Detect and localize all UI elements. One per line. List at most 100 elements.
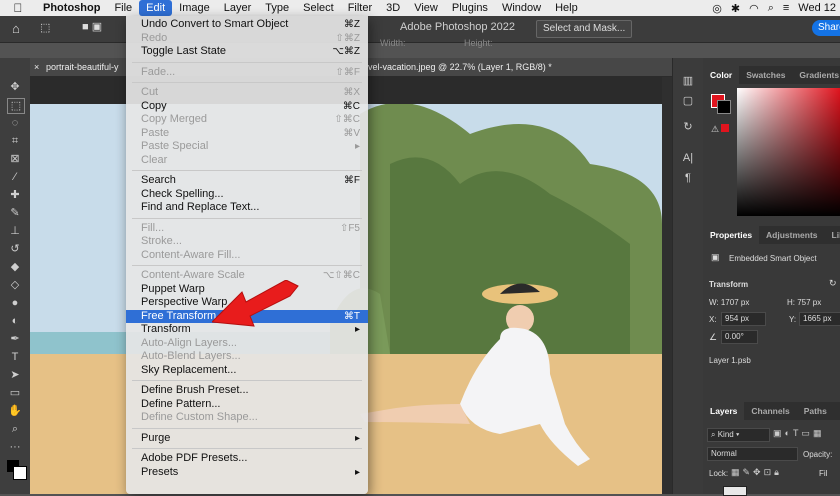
healing-tool-icon[interactable]: ✚ [7,188,23,202]
selection-mode-icon[interactable]: ■ ▣ [82,20,102,33]
menu-item-label: Sky Replacement... [141,363,237,376]
frame-tool-icon[interactable]: ⊠ [7,152,23,166]
layer-kind-filter[interactable]: ⌕ Kind ▾ [707,428,770,442]
eraser-tool-icon[interactable]: ◆ [7,260,23,274]
zoom-tool-icon[interactable]: ⌕ [7,422,23,436]
angle-field[interactable]: 0.00° [721,330,758,344]
menu-edit[interactable]: Edit [139,0,173,16]
menu-item-paste-special: Paste Special ▸ [126,140,368,154]
lock-label: Lock: [709,469,729,478]
menu-item-check-spelling[interactable]: Check Spelling... [126,188,368,202]
home-icon[interactable]: ⌂ [12,21,20,36]
menu-item-label: Content-Aware Fill... [141,248,241,261]
marquee-tool-icon[interactable]: ⬚ [7,98,25,114]
menu-image[interactable]: Image [172,0,217,16]
menu-type[interactable]: Type [258,0,296,16]
y-field[interactable]: 1665 px [799,312,840,326]
bluetooth-icon[interactable]: ✱ [731,2,740,15]
menu-item-label: Search [141,174,176,186]
paragraph-icon[interactable]: ¶ [681,172,695,186]
menu-layer[interactable]: Layer [217,0,259,16]
character-icon[interactable]: A| [681,152,695,166]
eyedropper-tool-icon[interactable]: ⁄ [7,170,23,184]
opacity-label: Opacity: [803,450,833,459]
stamp-tool-icon[interactable]: ⊥ [7,224,23,238]
share-button[interactable]: Share [812,20,840,36]
tab-color[interactable]: Color [703,66,740,84]
hand-tool-icon[interactable]: ✋ [7,404,23,418]
crop-tool-icon[interactable]: ⌗ [7,134,23,148]
bucket-tool-icon[interactable]: ◇ [7,278,23,292]
select-and-mask-button[interactable]: Select and Mask... [536,20,633,38]
clock[interactable]: Wed 12 [798,2,836,14]
history-brush-icon[interactable]: ↺ [7,242,23,256]
dodge-tool-icon[interactable]: ◐ [7,314,23,328]
reset-transform-icon[interactable]: ↻ [829,278,837,289]
wifi-icon[interactable]: ◠ [749,2,759,15]
tab-adjustments[interactable]: Adjustments [759,226,824,244]
creative-cloud-icon[interactable]: ◎ [712,2,722,15]
tab-channels[interactable]: Channels [744,402,796,420]
vertical-scrollbar[interactable] [662,77,672,494]
history-icon[interactable]: ▥ [681,74,695,88]
menu-item-define-pattern[interactable]: Define Pattern... [126,398,368,412]
background-color-chip[interactable] [717,100,731,114]
layer-filter-icons[interactable]: ▣◐T▭▦ [773,428,824,439]
properties-panel-tabs: Properties Adjustments Libra [703,226,840,244]
blur-tool-icon[interactable]: ● [7,296,23,310]
tab-document-1[interactable]: portrait-beautiful-y [46,58,119,76]
tab-swatches[interactable]: Swatches [739,66,792,84]
apple-icon[interactable]:  [0,0,36,16]
menu-item-define-brush-preset[interactable]: Define Brush Preset... [126,384,368,398]
menu-item-adobe-pdf-presets[interactable]: Adobe PDF Presets... [126,452,368,466]
actions-icon[interactable]: ↻ [681,120,695,134]
lasso-tool-icon[interactable]: ◌ [7,116,23,130]
search-icon[interactable]: ⌕ [768,2,774,15]
menu-item-find-and-replace-text[interactable]: Find and Replace Text... [126,201,368,215]
menu-filter[interactable]: Filter [341,0,379,16]
menu-item-label: Define Pattern... [141,397,221,410]
blend-mode-select[interactable]: Normal [707,447,798,461]
menu-item-copy[interactable]: Copy ⌘C [126,100,368,114]
more-tools-icon[interactable]: ··· [7,440,23,454]
menu-photoshop[interactable]: Photoshop [36,0,107,16]
menu-item-undo-convert-to-smart-object[interactable]: Undo Convert to Smart Object ⌘Z [126,18,368,32]
menu-item-label: Purge [141,431,171,444]
menu-item-label: Redo [141,31,168,44]
shape-tool-icon[interactable]: ▭ [7,386,23,400]
menu-3d[interactable]: 3D [379,0,407,16]
color-picker-field[interactable] [737,88,840,216]
mac-menu-bar:  PhotoshopFileEditImageLayerTypeSelectF… [0,0,840,16]
tab-libraries[interactable]: Libra [825,226,840,244]
menu-item-search[interactable]: Search ⌘F [126,174,368,188]
menu-window[interactable]: Window [495,0,548,16]
path-select-icon[interactable]: ➤ [7,368,23,382]
lock-icons[interactable]: ▦✎✥⊡🔒︎ [731,467,782,478]
menu-item-label: Undo Convert to Smart Object [141,18,289,30]
menu-item-purge[interactable]: Purge ▸ [126,432,368,446]
layer-thumbnail[interactable] [723,486,747,496]
marquee-tool-icon[interactable]: ⬚ [40,21,50,34]
pen-tool-icon[interactable]: ✒ [7,332,23,346]
move-tool-icon[interactable]: ✥ [7,80,23,94]
menu-plugins[interactable]: Plugins [445,0,495,16]
comments-icon[interactable]: ▢ [681,94,695,108]
menu-view[interactable]: View [407,0,445,16]
menu-item-sky-replacement[interactable]: Sky Replacement... [126,364,368,378]
menu-select[interactable]: Select [296,0,341,16]
tab-close-icon[interactable]: × [34,58,39,76]
menu-item-toggle-last-state[interactable]: Toggle Last State ⌥⌘Z [126,45,368,59]
control-center-icon[interactable]: ≡ [783,2,789,14]
tab-layers[interactable]: Layers [703,402,745,420]
tab-properties[interactable]: Properties [703,226,760,244]
brush-tool-icon[interactable]: ✎ [7,206,23,220]
tab-document-2[interactable]: vel-vacation.jpeg @ 22.7% (Layer 1, RGB/… [368,58,552,76]
tab-gradients[interactable]: Gradients [792,66,840,84]
tab-paths[interactable]: Paths [797,402,834,420]
menu-help[interactable]: Help [548,0,585,16]
menu-file[interactable]: File [107,0,139,16]
x-field[interactable]: 954 px [721,312,766,326]
type-tool-icon[interactable]: T [7,350,23,364]
menu-item-presets[interactable]: Presets ▸ [126,466,368,480]
background-color-swatch[interactable] [13,466,27,480]
